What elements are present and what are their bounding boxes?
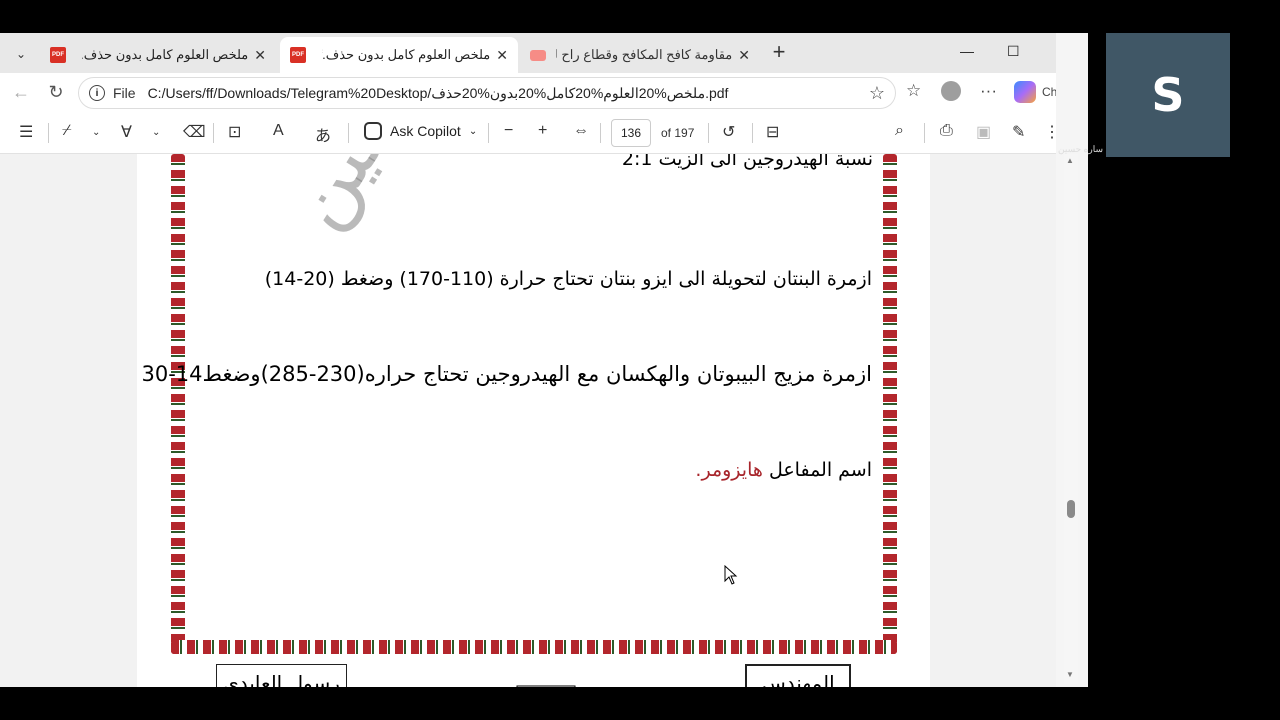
search-icon[interactable]: ⌕	[895, 122, 904, 140]
copilot-icon	[364, 122, 382, 140]
save-icon[interactable]: ▣	[976, 122, 991, 142]
tab-title: مقاومة كافح المكافح وقطاع راح لمجر	[556, 47, 733, 62]
watermark-text: ة حسين	[267, 154, 491, 243]
page-number-ribbon: ٢	[516, 685, 576, 687]
print-icon[interactable]: ⎙	[940, 122, 953, 140]
divider	[924, 123, 925, 143]
ask-copilot-button[interactable]: Ask Copilot ⌄	[364, 122, 477, 140]
page-number-input[interactable]: 136	[611, 119, 651, 147]
zoom-out-icon[interactable]: −	[504, 122, 513, 140]
profile-label[interactable]: Ch	[1042, 85, 1056, 99]
divider	[48, 123, 49, 143]
document-line: ازمرة البنتان لتحويلة الى ايزو بنتان تحت…	[264, 268, 872, 290]
zoom-in-icon[interactable]: +	[538, 122, 547, 140]
translate-icon[interactable]: あ	[315, 122, 331, 146]
more-options-icon[interactable]: ⋮	[1044, 122, 1056, 142]
url-text[interactable]: C:/Users/ff/Downloads/Telegram%20Desktop…	[148, 85, 729, 102]
pdf-page: ة حسين نسبة الهيدروجين الى الزيت 2:1 ازم…	[137, 154, 930, 687]
author-name-box: رسول العايدي	[216, 664, 347, 687]
scrollbar-thumb[interactable]	[1067, 500, 1075, 518]
page-total: of 197	[661, 126, 695, 140]
chevron-down-icon[interactable]: ⌄	[92, 127, 100, 138]
ask-copilot-label: Ask Copilot	[390, 123, 461, 139]
page-border-bottom	[171, 640, 897, 654]
pdf-icon: PDF	[50, 47, 66, 63]
copilot-icon[interactable]	[1014, 81, 1036, 108]
tab-pdf-2[interactable]: PDF ملخص العلوم كامل بدون حذف.pdf ✕	[280, 37, 518, 73]
save-as-icon[interactable]: ✎	[1012, 122, 1025, 142]
scrollbar[interactable]: ▲ ▼	[1064, 154, 1078, 684]
pdf-icon: PDF	[290, 47, 306, 63]
title-box: المهندس	[745, 664, 851, 687]
text-box-icon[interactable]: ⊡	[228, 122, 241, 142]
participant-initial: S	[1151, 68, 1185, 122]
chevron-down-icon[interactable]: ⌄	[152, 127, 160, 138]
address-bar[interactable]: i File C:/Users/ff/Downloads/Telegram%20…	[78, 77, 896, 109]
scroll-down-icon[interactable]: ▼	[1066, 670, 1074, 679]
page-border-left	[171, 154, 185, 654]
refresh-icon[interactable]: ↻	[44, 82, 68, 103]
scroll-up-icon[interactable]: ▲	[1066, 156, 1074, 165]
divider	[488, 123, 489, 143]
tab-title: ملخص العلوم كامل بدون حذف.pdf	[82, 47, 249, 62]
divider	[600, 123, 601, 143]
new-tab-plus-icon[interactable]: +	[766, 39, 792, 65]
reactor-value: هايزومر.	[695, 459, 763, 481]
tab-title: ملخص العلوم كامل بدون حذف.pdf	[322, 47, 491, 62]
draw-icon[interactable]: ∀	[121, 122, 132, 142]
divider	[708, 123, 709, 143]
profile-avatar-icon[interactable]	[941, 81, 961, 106]
info-icon[interactable]: i	[89, 85, 105, 101]
tab-youtube[interactable]: مقاومة كافح المكافح وقطاع راح لمجر ✕	[520, 37, 760, 73]
contents-list-icon[interactable]: ☰	[19, 122, 33, 142]
minimize-icon[interactable]: —	[960, 43, 974, 59]
reactor-label: اسم المفاعل	[768, 459, 872, 481]
browser-window: ⌄ PDF ملخص العلوم كامل بدون حذف.pdf ✕ PD…	[0, 33, 1056, 687]
rotate-icon[interactable]: ↺	[722, 122, 735, 142]
eraser-icon[interactable]: ⌫	[183, 122, 206, 142]
divider	[348, 123, 349, 143]
more-menu-icon[interactable]: ···	[980, 81, 997, 101]
favorite-star-icon[interactable]: ☆	[869, 83, 885, 104]
fit-width-icon[interactable]: ⇔	[573, 122, 589, 140]
divider	[752, 123, 753, 143]
document-line: نسبة الهيدروجين الى الزيت 2:1	[621, 154, 873, 170]
page-view-icon[interactable]: ⊟	[766, 122, 779, 142]
page-border-right	[883, 154, 897, 654]
scheme-label: File	[113, 85, 136, 101]
maximize-icon[interactable]: ☐	[1007, 43, 1020, 60]
document-line: ازمرة مزيج البيبوتان والهكسان مع الهيدرو…	[141, 362, 872, 386]
address-bar-row: ← ↻ i File C:/Users/ff/Downloads/Telegra…	[0, 73, 1056, 113]
highlight-icon[interactable]: ⌿	[62, 122, 72, 140]
close-tab-icon[interactable]: ✕	[496, 47, 508, 64]
chevron-down-icon[interactable]: ⌄	[469, 126, 477, 137]
participant-name: ساره حسين	[1058, 144, 1104, 154]
tab-bar: ⌄ PDF ملخص العلوم كامل بدون حذف.pdf ✕ PD…	[0, 33, 1056, 73]
favorites-icon[interactable]: ☆	[906, 81, 921, 101]
tab-pdf-1[interactable]: PDF ملخص العلوم كامل بدون حذف.pdf ✕	[40, 37, 276, 73]
reactor-name-line: اسم المفاعل هايزومر.	[695, 459, 872, 481]
tab-actions-chevron-icon[interactable]: ⌄	[8, 41, 34, 67]
mouse-cursor-icon	[724, 565, 738, 585]
divider	[213, 123, 214, 143]
pdf-viewer[interactable]: ة حسين نسبة الهيدروجين الى الزيت 2:1 ازم…	[0, 154, 1056, 687]
read-aloud-icon[interactable]: A	[273, 122, 284, 140]
close-tab-icon[interactable]: ✕	[738, 47, 750, 64]
participant-tile: S	[1106, 33, 1230, 157]
close-tab-icon[interactable]: ✕	[254, 47, 266, 64]
pdf-toolbar: ☰ ⌿ ⌄ ∀ ⌄ ⌫ ⊡ A あ Ask Copilot ⌄ − + ⇔ 13…	[0, 113, 1056, 154]
youtube-icon	[530, 49, 546, 61]
back-arrow-icon[interactable]: ←	[9, 82, 33, 103]
